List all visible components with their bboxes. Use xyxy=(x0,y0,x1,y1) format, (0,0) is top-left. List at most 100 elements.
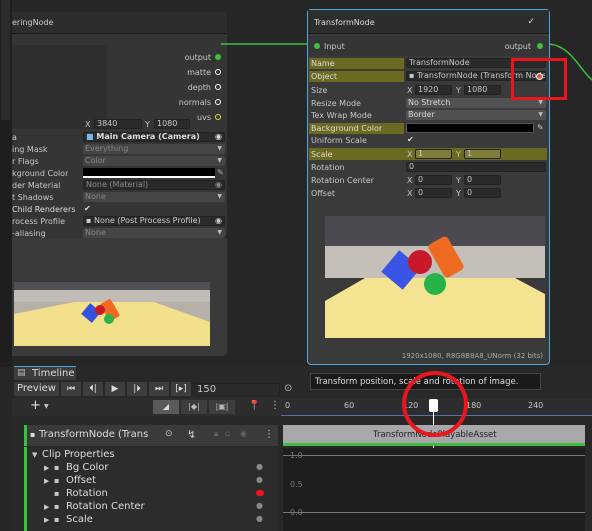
property-rotation[interactable]: Rotation xyxy=(66,488,108,499)
name-label: Name xyxy=(311,59,335,68)
uniform-scale-checkbox[interactable]: ✔ xyxy=(407,135,414,144)
rotation-field[interactable]: 0 xyxy=(406,162,546,172)
size-x-field[interactable]: 1920 xyxy=(415,85,452,95)
shader-graph-editor: eringNode ects nts output matte depth no… xyxy=(0,0,592,531)
annotation-highlight-circle xyxy=(402,371,468,437)
node-check-icon[interactable]: ✓ xyxy=(527,17,535,27)
property-bg-color[interactable]: Bg Color xyxy=(66,462,109,473)
track-label: TransformNode (Trans xyxy=(39,429,149,440)
keyframe-record-indicator[interactable] xyxy=(256,490,264,496)
jump-to-start-icon[interactable]: ⏮ xyxy=(61,382,81,396)
mute-icon[interactable]: ⌂ xyxy=(225,429,230,438)
output-port-dot[interactable] xyxy=(537,43,543,49)
ripple-mode-button[interactable]: |◆| xyxy=(181,400,207,414)
collapse-arrow-icon[interactable]: ▶ xyxy=(44,516,49,524)
bg-color-swatch[interactable] xyxy=(406,123,534,133)
keyframe-dot[interactable]: ● xyxy=(256,514,263,523)
input-port-label[interactable]: Input xyxy=(324,42,345,51)
collapse-arrow-icon[interactable]: ▶ xyxy=(44,464,49,472)
size-label: Size xyxy=(311,86,328,95)
lock-icon[interactable]: 🔒︎ xyxy=(214,429,218,439)
pin-icon[interactable]: 📍 xyxy=(248,400,260,411)
rotation-label: Rotation xyxy=(311,163,345,172)
clock-icon[interactable]: ⊙ xyxy=(284,383,292,394)
add-track-button[interactable]: + xyxy=(30,398,41,413)
play-icon[interactable]: ▶ xyxy=(105,382,125,396)
ruler-tick-180: 180 xyxy=(466,401,482,410)
clip-edit-mode-button[interactable]: ◢ xyxy=(153,400,179,414)
rotation-center-y-field[interactable]: 0 xyxy=(464,175,501,185)
expand-arrow-icon[interactable]: ▼ xyxy=(32,451,37,459)
annotation-highlight-box xyxy=(511,58,567,100)
keyframe-dot[interactable]: ● xyxy=(256,475,263,484)
rotation-center-x-field[interactable]: 0 xyxy=(415,175,452,185)
next-frame-icon[interactable]: |⏵ xyxy=(127,382,147,396)
keyframe-dot[interactable]: ● xyxy=(256,501,263,510)
target-picker-icon[interactable]: ⊙ xyxy=(165,429,173,439)
rotation-center-y-label: Y xyxy=(456,176,461,185)
chevron-down-icon: ▼ xyxy=(538,111,543,118)
transform-node-title: TransformNode xyxy=(314,18,375,27)
property-scale[interactable]: Scale xyxy=(66,514,93,525)
track-more-icon[interactable]: ⋮ xyxy=(264,429,274,440)
curve-editor[interactable] xyxy=(283,448,585,531)
size-y-field[interactable]: 1080 xyxy=(464,85,501,95)
transform-preview-image xyxy=(325,216,545,338)
offset-x-label: X xyxy=(407,189,413,198)
scale-x-field[interactable]: 1 xyxy=(415,149,452,159)
offset-label: Offset xyxy=(311,189,336,198)
property-rotation-center[interactable]: Rotation Center xyxy=(66,501,145,512)
keyframe-dot[interactable]: ● xyxy=(256,462,263,471)
more-options-icon[interactable]: ⋮ xyxy=(270,400,280,411)
tex-wrap-dropdown[interactable]: Border ▼ xyxy=(406,110,546,120)
property-icon: ▪ xyxy=(54,463,60,472)
collapse-arrow-icon[interactable]: ▶ xyxy=(44,477,49,485)
file-icon: ▪ xyxy=(409,71,415,80)
rotation-center-label: Rotation Center xyxy=(311,176,374,185)
transform-scene-image xyxy=(325,216,545,338)
tex-wrap-label: Tex Wrap Mode xyxy=(311,111,372,120)
previous-frame-icon[interactable]: ⏴| xyxy=(83,382,103,396)
tex-wrap-value: Border xyxy=(408,110,435,119)
collapse-arrow-icon[interactable]: ▶ xyxy=(44,503,49,511)
resize-mode-value: No Stretch xyxy=(408,98,451,107)
rotation-center-x-label: X xyxy=(407,176,413,185)
curve-label-0: 0.0 xyxy=(290,508,303,517)
play-range-icon[interactable]: [▸] xyxy=(171,382,191,396)
scale-y-label: Y xyxy=(456,150,461,159)
frame-field[interactable]: 150 xyxy=(194,383,280,396)
uniform-scale-label: Uniform Scale xyxy=(311,136,367,145)
offset-x-field[interactable]: 0 xyxy=(415,188,452,198)
timeline-icon: ▤ xyxy=(17,368,26,378)
input-port-dot[interactable] xyxy=(314,43,320,49)
property-icon: ▪ xyxy=(54,489,60,498)
offset-y-field[interactable]: 0 xyxy=(464,188,501,198)
curve-line-top xyxy=(283,455,585,456)
timeline-tab-label: Timeline xyxy=(32,368,75,379)
bg-color-label: Background Color xyxy=(311,124,383,133)
property-icon: ▪ xyxy=(54,515,60,524)
property-offset[interactable]: Offset xyxy=(66,475,96,486)
visibility-icon[interactable]: ◉ xyxy=(240,429,247,438)
ruler-tick-60: 60 xyxy=(344,401,355,410)
clip-properties-label: Clip Properties xyxy=(42,449,115,460)
ruler-tick-0: 0 xyxy=(285,401,291,410)
eyedropper-icon[interactable]: ✎ xyxy=(537,123,544,132)
size-x-label: X xyxy=(407,86,413,95)
chevron-down-icon[interactable]: ▼ xyxy=(44,403,49,410)
scale-y-field[interactable]: 1 xyxy=(464,149,501,159)
curve-label-05: 0.5 xyxy=(290,480,303,489)
property-icon: ▪ xyxy=(54,502,60,511)
output-port-label[interactable]: output xyxy=(505,42,531,51)
replace-mode-button[interactable]: |▣| xyxy=(209,400,235,414)
object-label: Object xyxy=(311,72,338,81)
preview-format-info: 1920x1080, R8G8B8A8_UNorm (32 bits) xyxy=(401,352,543,360)
scale-label: Scale xyxy=(311,150,333,159)
curves-toggle-icon[interactable]: ↯ xyxy=(187,428,196,441)
scale-x-label: X xyxy=(407,150,413,159)
curve-label-1: 1.0 xyxy=(290,451,303,460)
jump-to-end-icon[interactable]: ⏭ xyxy=(149,382,169,396)
offset-y-label: Y xyxy=(456,189,461,198)
preview-button[interactable]: Preview xyxy=(14,382,59,396)
resize-mode-label: Resize Mode xyxy=(311,99,361,108)
